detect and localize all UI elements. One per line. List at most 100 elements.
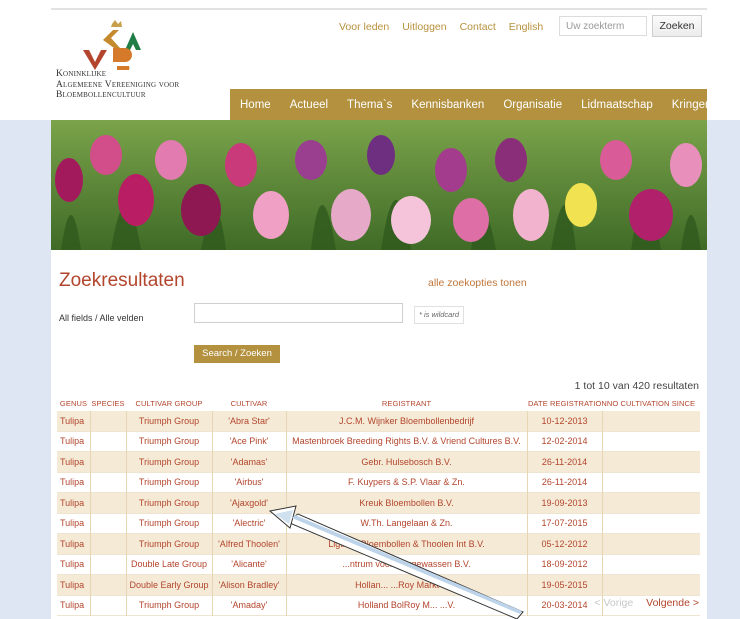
column-header-cultivar-group[interactable]: CULTIVAR GROUP	[126, 395, 212, 411]
cell-genus: Tulipa	[57, 554, 90, 575]
cell-no-cultivation	[601, 554, 700, 575]
cell-cultivar[interactable]: 'Ace Pink'	[211, 431, 286, 452]
link-contact[interactable]: Contact	[460, 21, 496, 33]
cell-cultivar-group: Triumph Group	[125, 411, 212, 431]
cell-no-cultivation	[601, 431, 700, 452]
table-row[interactable]: Tulipa Triumph Group 'Alectric' W.Th. Lange…	[57, 513, 700, 534]
cell-no-cultivation	[601, 411, 700, 431]
cell-date: 17-07-2015	[526, 513, 602, 534]
site-search-button[interactable]: Zoeken	[652, 15, 702, 37]
nav-item-kennisbanken[interactable]: Kennisbanken	[411, 99, 484, 111]
cell-date: 20-03-2014	[526, 595, 602, 616]
cell-cultivar[interactable]: 'Adamas'	[211, 451, 286, 472]
all-fields-input[interactable]	[194, 303, 403, 323]
cell-registrant: W.Th. Langelaan & Zn.	[285, 513, 527, 534]
cell-genus: Tulipa	[57, 533, 90, 554]
cell-registrant: ...ntrum voor Siergewassen B.V.	[285, 554, 527, 575]
table-header-row: GENUS SPECIES CULTIVAR GROUP CULTIVAR RE…	[57, 395, 700, 411]
cell-registrant: J.C.M. Wijnker Bloembollenbedrijf	[285, 411, 527, 431]
column-header-species[interactable]: SPECIES	[90, 395, 126, 411]
cell-date: 12-02-2014	[526, 431, 602, 452]
cell-no-cultivation	[601, 492, 700, 513]
cell-species	[89, 533, 126, 554]
cell-cultivar-group: Triumph Group	[125, 431, 212, 452]
cell-cultivar[interactable]: 'Alfred Thoolen'	[211, 533, 286, 554]
cell-cultivar[interactable]: 'Amaday'	[211, 595, 286, 616]
cell-registrant: Gebr. Hulsebosch B.V.	[285, 451, 527, 472]
cell-species	[89, 472, 126, 493]
cell-species	[89, 574, 126, 595]
cell-cultivar-group: Triumph Group	[125, 451, 212, 472]
cell-species	[89, 431, 126, 452]
logo-line-2: Algemeene Vereeniging voor	[56, 79, 180, 90]
cell-genus: Tulipa	[57, 411, 90, 431]
cell-species	[89, 492, 126, 513]
nav-item-organisatie[interactable]: Organisatie	[503, 99, 562, 111]
utility-nav: Voor leden Uitloggen Contact English	[339, 14, 556, 40]
column-header-genus[interactable]: GENUS	[57, 395, 90, 411]
table-row[interactable]: Tulipa Triumph Group 'Ajaxgold' Kreuk Bloem…	[57, 492, 700, 513]
cell-registrant: F. Kuypers & S.P. Vlaar & Zn.	[285, 472, 527, 493]
tulip-banner-image	[51, 120, 707, 250]
cell-cultivar-group: Triumph Group	[125, 533, 212, 554]
table-row[interactable]: Tulipa Triumph Group 'Abra Star' J.C.M. Wij…	[57, 411, 700, 431]
previous-page-link[interactable]: < Vorige	[594, 597, 633, 609]
cell-species	[89, 595, 126, 616]
nav-item-home[interactable]: Home	[240, 99, 271, 111]
cell-date: 19-09-2013	[526, 492, 602, 513]
cell-cultivar[interactable]: 'Airbus'	[211, 472, 286, 493]
show-all-options-link[interactable]: alle zoekopties tonen	[428, 277, 527, 289]
cell-cultivar[interactable]: 'Ajaxgold'	[211, 492, 286, 513]
cell-cultivar-group: Double Late Group	[125, 554, 212, 575]
table-row[interactable]: Tulipa Double Early Group 'Alison Bradley'…	[57, 574, 700, 595]
cell-cultivar-group: Triumph Group	[125, 513, 212, 534]
logo-line-1: Koninklijke	[56, 69, 107, 79]
main-nav: Home Actueel Thema`s Kennisbanken Organi…	[230, 89, 711, 120]
cell-cultivar[interactable]: 'Alicante'	[211, 554, 286, 575]
page-title: Zoekresultaten	[59, 270, 185, 291]
cell-registrant: Holland BolRoy M... ...V.	[285, 595, 527, 616]
cell-registrant: Ligthart Bloembollen & Thoolen Int B.V.	[285, 533, 527, 554]
results-table: GENUS SPECIES CULTIVAR GROUP CULTIVAR RE…	[57, 395, 700, 616]
search-button[interactable]: Search / Zoeken	[194, 345, 280, 363]
cell-species	[89, 554, 126, 575]
cell-cultivar[interactable]: 'Alison Bradley'	[211, 574, 286, 595]
table-row[interactable]: Tulipa Triumph Group 'Airbus' F. Kuypers & …	[57, 472, 700, 493]
logo-line-3: Bloembollencultuur	[56, 90, 146, 100]
cell-registrant: Hollan... ...Roy Markt B.V.	[285, 574, 527, 595]
cell-cultivar-group: Triumph Group	[125, 472, 212, 493]
next-page-link[interactable]: Volgende >	[646, 597, 699, 609]
top-divider	[51, 8, 707, 10]
cell-date: 05-12-2012	[526, 533, 602, 554]
column-header-cultivar[interactable]: CULTIVAR	[212, 395, 286, 411]
column-header-date-registration[interactable]: DATE REGISTRATION	[527, 395, 607, 411]
cell-date: 10-12-2013	[526, 411, 602, 431]
table-row[interactable]: Tulipa Triumph Group 'Ace Pink' Mastenbroek…	[57, 431, 700, 452]
cell-cultivar-group: Double Early Group	[125, 574, 212, 595]
nav-item-lidmaatschap[interactable]: Lidmaatschap	[581, 99, 653, 111]
nav-item-kringen[interactable]: Kringen	[672, 99, 712, 111]
link-uitloggen[interactable]: Uitloggen	[402, 21, 446, 33]
column-header-no-cultivation-since[interactable]: NO CULTIVATION SINCE	[602, 395, 700, 411]
cell-no-cultivation	[601, 574, 700, 595]
link-english[interactable]: English	[509, 21, 543, 33]
site-search-input[interactable]: Uw zoekterm	[559, 16, 647, 36]
cell-cultivar[interactable]: 'Abra Star'	[211, 411, 286, 431]
cell-genus: Tulipa	[57, 492, 90, 513]
table-row[interactable]: Tulipa Triumph Group 'Alfred Thoolen' Ligth…	[57, 533, 700, 554]
column-header-registrant[interactable]: REGISTRANT	[286, 395, 527, 411]
nav-item-themas[interactable]: Thema`s	[347, 99, 392, 111]
cell-cultivar-group: Triumph Group	[125, 595, 212, 616]
cell-genus: Tulipa	[57, 472, 90, 493]
nav-item-actueel[interactable]: Actueel	[290, 99, 328, 111]
cell-date: 26-11-2014	[526, 451, 602, 472]
cell-cultivar-group: Triumph Group	[125, 492, 212, 513]
cell-no-cultivation	[601, 513, 700, 534]
table-row[interactable]: Tulipa Triumph Group 'Adamas' Gebr. Hulsebo…	[57, 451, 700, 472]
table-row[interactable]: Tulipa Double Late Group 'Alicante' ...ntru…	[57, 554, 700, 575]
result-count: 1 tot 10 van 420 resultaten	[574, 380, 699, 392]
cell-genus: Tulipa	[57, 574, 90, 595]
link-voor-leden[interactable]: Voor leden	[339, 21, 389, 33]
cell-cultivar[interactable]: 'Alectric'	[211, 513, 286, 534]
cell-no-cultivation	[601, 533, 700, 554]
